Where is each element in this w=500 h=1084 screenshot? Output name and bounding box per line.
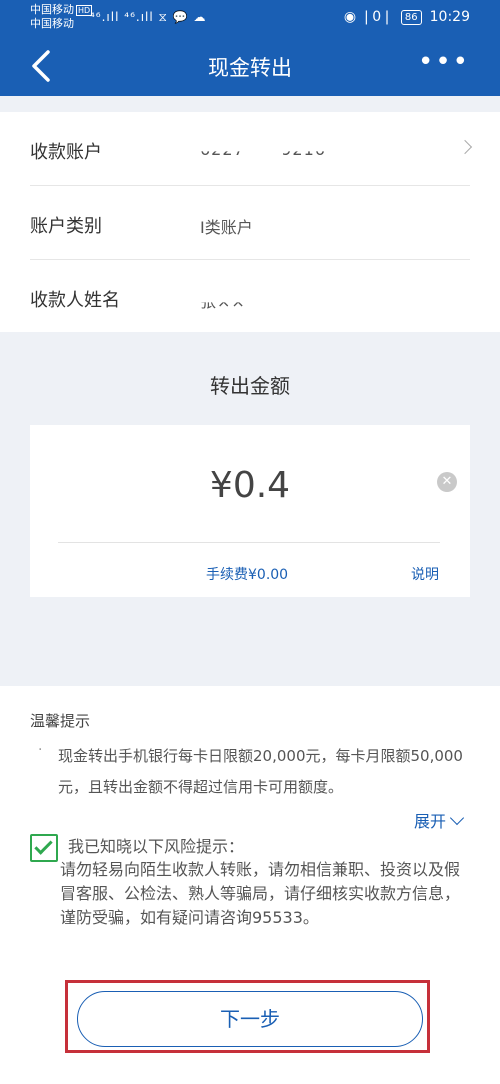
clear-icon[interactable]: ✕: [437, 472, 457, 492]
tips-title: 温馨提示: [30, 712, 91, 730]
carrier-2: 中国移动: [30, 17, 74, 30]
amount-card: ¥0.4 ✕ 手续费¥0.00 说明: [30, 425, 470, 597]
explain-link[interactable]: 说明: [411, 564, 439, 584]
status-icons: ◉ ❘0❘: [343, 9, 393, 25]
risk-title: 我已知晓以下风险提示：: [68, 837, 245, 856]
account-type-value: I类账户: [200, 218, 253, 237]
checkmark-icon: [34, 836, 53, 855]
notification-icons: ⧖ 💬 ☁: [158, 10, 207, 24]
expand-label: 展开: [414, 812, 447, 831]
payee-account-value: 6227 ···· 9216: [200, 140, 326, 159]
clock: 10:29: [429, 9, 470, 25]
signal-icons: ⁴⁶.ıll ⁴⁶.ıll ⧖ 💬 ☁: [90, 10, 207, 24]
amount-heading: 转出金额: [210, 374, 290, 398]
amount-input[interactable]: ¥0.4: [30, 465, 470, 506]
expand-toggle[interactable]: 展开: [414, 808, 465, 832]
risk-text: 请勿轻易向陌生收款人转账，请勿相信兼职、投资以及假冒客服、公检法、熟人等骗局，请…: [60, 860, 461, 927]
account-type-label: 账户类别: [30, 216, 102, 237]
chevron-down-icon: [449, 810, 465, 825]
payee-name-row: 收款人姓名 张××: [30, 260, 470, 334]
carrier-1: 中国移动: [30, 3, 74, 16]
top-nav: 现金转出 •••: [0, 36, 500, 96]
limit-text: 现金转出手机银行每卡日限额20,000元，每卡月限额50,000元，且转出金额不…: [58, 747, 463, 796]
more-menu-icon[interactable]: •••: [418, 47, 470, 77]
amount-divider: [58, 542, 440, 543]
battery-icon: 86: [400, 9, 422, 25]
chevron-right-icon: [457, 139, 473, 155]
status-bar: 中国移动 HD 中国移动 ⁴⁶.ıll ⁴⁶.ıll ⧖ 💬 ☁ ◉ ❘0❘ 86…: [0, 0, 500, 36]
carrier-info: 中国移动 HD 中国移动: [30, 3, 93, 30]
payee-name-value: 张××: [200, 292, 246, 311]
payee-info-card: 收款账户 6227 ···· 9216 账户类别 I类账户 收款人姓名 张××: [0, 112, 500, 332]
payee-account-label: 收款账户: [30, 142, 102, 163]
bullet-dot: ·: [38, 742, 43, 758]
payee-account-row[interactable]: 收款账户 6227 ···· 9216: [30, 112, 473, 186]
account-type-row: 账户类别 I类账户: [30, 186, 470, 260]
next-step-button[interactable]: 下一步: [77, 991, 423, 1047]
risk-ack-checkbox[interactable]: [30, 834, 58, 862]
payee-name-label: 收款人姓名: [30, 290, 120, 311]
fee-text: 手续费¥0.00: [206, 567, 289, 583]
status-right: ◉ ❘0❘ 86 10:29: [344, 9, 470, 25]
